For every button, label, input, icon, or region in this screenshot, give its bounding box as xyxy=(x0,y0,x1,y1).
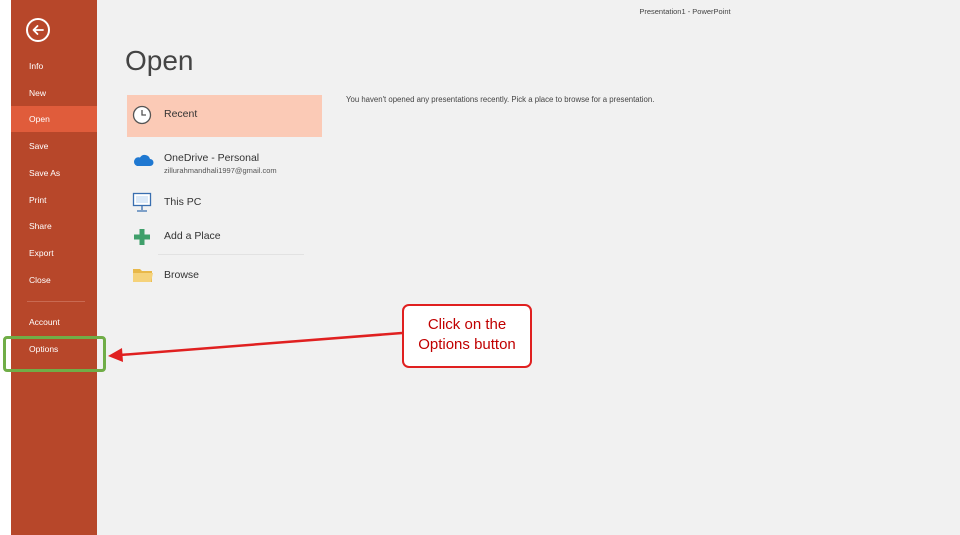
callout-box: Click on the Options button xyxy=(402,304,532,368)
backstage-view: Info New Open Save Save As Print Share E… xyxy=(0,0,960,535)
callout-line-1: Click on the xyxy=(427,316,507,333)
callout-arrow xyxy=(108,331,403,362)
callout-line-2: Options button xyxy=(418,336,516,353)
